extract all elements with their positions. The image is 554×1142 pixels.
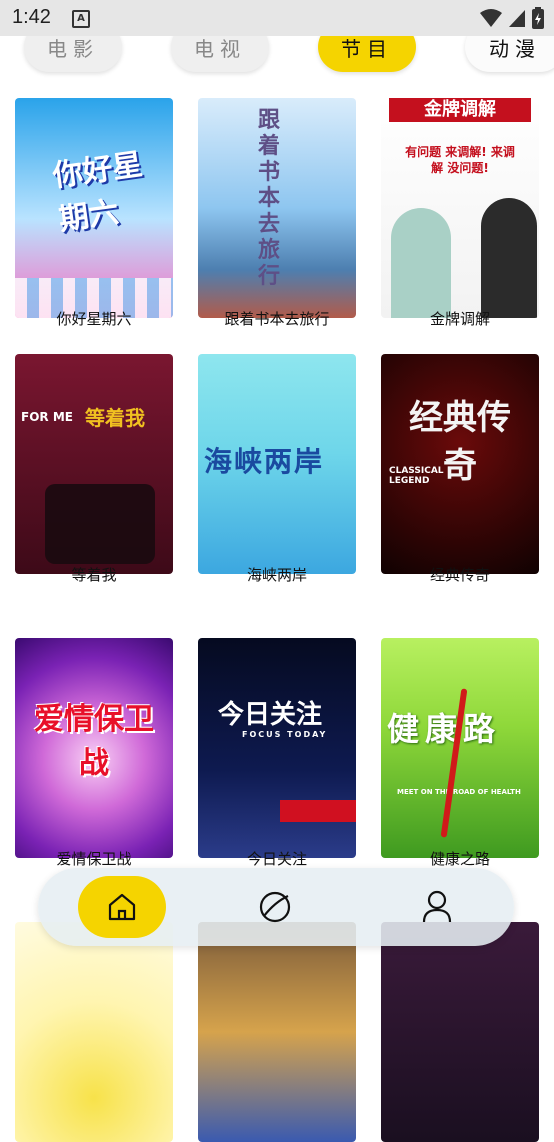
program-card[interactable]: 金牌调解 有问题 来调解! 来调解 没问题! 金牌调解 <box>381 98 539 328</box>
program-title: 经典传奇 <box>429 566 490 584</box>
program-poster: 健康路 MEET ON THE ROAD OF HEALTH <box>381 638 539 858</box>
program-card[interactable]: 健康路 MEET ON THE ROAD OF HEALTH 健康之路 <box>381 638 539 868</box>
program-title: 金牌调解 <box>429 310 490 328</box>
program-poster: 金牌调解 有问题 来调解! 来调解 没问题! <box>381 98 539 318</box>
program-title: 今日关注 <box>246 850 307 868</box>
program-card[interactable]: 爱情保卫战 爱情保卫战 <box>15 638 173 868</box>
program-card[interactable]: 今日关注 FOCUS TODAY 今日关注 <box>198 638 356 868</box>
program-title: 海峡两岸 <box>246 566 307 584</box>
status-time: 1:42 <box>12 6 51 28</box>
program-card[interactable]: 你好星期六 你好星期六 <box>15 98 173 328</box>
program-title: 跟着书本去旅行 <box>224 310 330 328</box>
program-poster: 经典传奇 CLASSICAL LEGEND <box>381 354 539 574</box>
home-icon <box>108 893 136 921</box>
nav-profile-button[interactable] <box>421 890 453 928</box>
planet-icon <box>259 891 291 923</box>
program-card[interactable] <box>15 922 173 1142</box>
status-bar: 1:42 A <box>0 0 554 36</box>
program-card[interactable] <box>198 922 356 1142</box>
program-poster: 你好星期六 <box>15 98 173 318</box>
program-card[interactable]: 海峡两岸 海峡两岸 <box>198 354 356 584</box>
user-icon <box>422 890 452 923</box>
battery-icon <box>532 7 544 29</box>
nav-discover-button[interactable] <box>258 890 292 928</box>
program-poster: 今日关注 FOCUS TODAY <box>198 638 356 858</box>
signal-icon <box>509 10 525 27</box>
wifi-icon <box>480 9 502 27</box>
program-title: 你好星期六 <box>56 310 132 328</box>
program-title: 爱情保卫战 <box>56 850 132 868</box>
program-title: 健康之路 <box>429 850 490 868</box>
program-card[interactable] <box>381 922 539 1142</box>
program-poster: 跟着书本去旅行 <box>198 98 356 318</box>
nav-home-button[interactable] <box>78 876 166 938</box>
program-card[interactable]: 经典传奇 CLASSICAL LEGEND 经典传奇 <box>381 354 539 584</box>
program-poster: 等着我 FOR ME <box>15 354 173 574</box>
program-title: 等着我 <box>71 566 117 584</box>
program-poster <box>198 922 356 1142</box>
bottom-nav <box>38 868 514 946</box>
program-poster: 海峡两岸 <box>198 354 356 574</box>
notification-icon: A <box>72 10 90 28</box>
program-card[interactable]: 跟着书本去旅行 跟着书本去旅行 <box>198 98 356 328</box>
status-icons <box>480 7 544 29</box>
program-poster <box>381 922 539 1142</box>
program-card[interactable]: 等着我 FOR ME 等着我 <box>15 354 173 584</box>
program-poster: 爱情保卫战 <box>15 638 173 858</box>
program-poster <box>15 922 173 1142</box>
